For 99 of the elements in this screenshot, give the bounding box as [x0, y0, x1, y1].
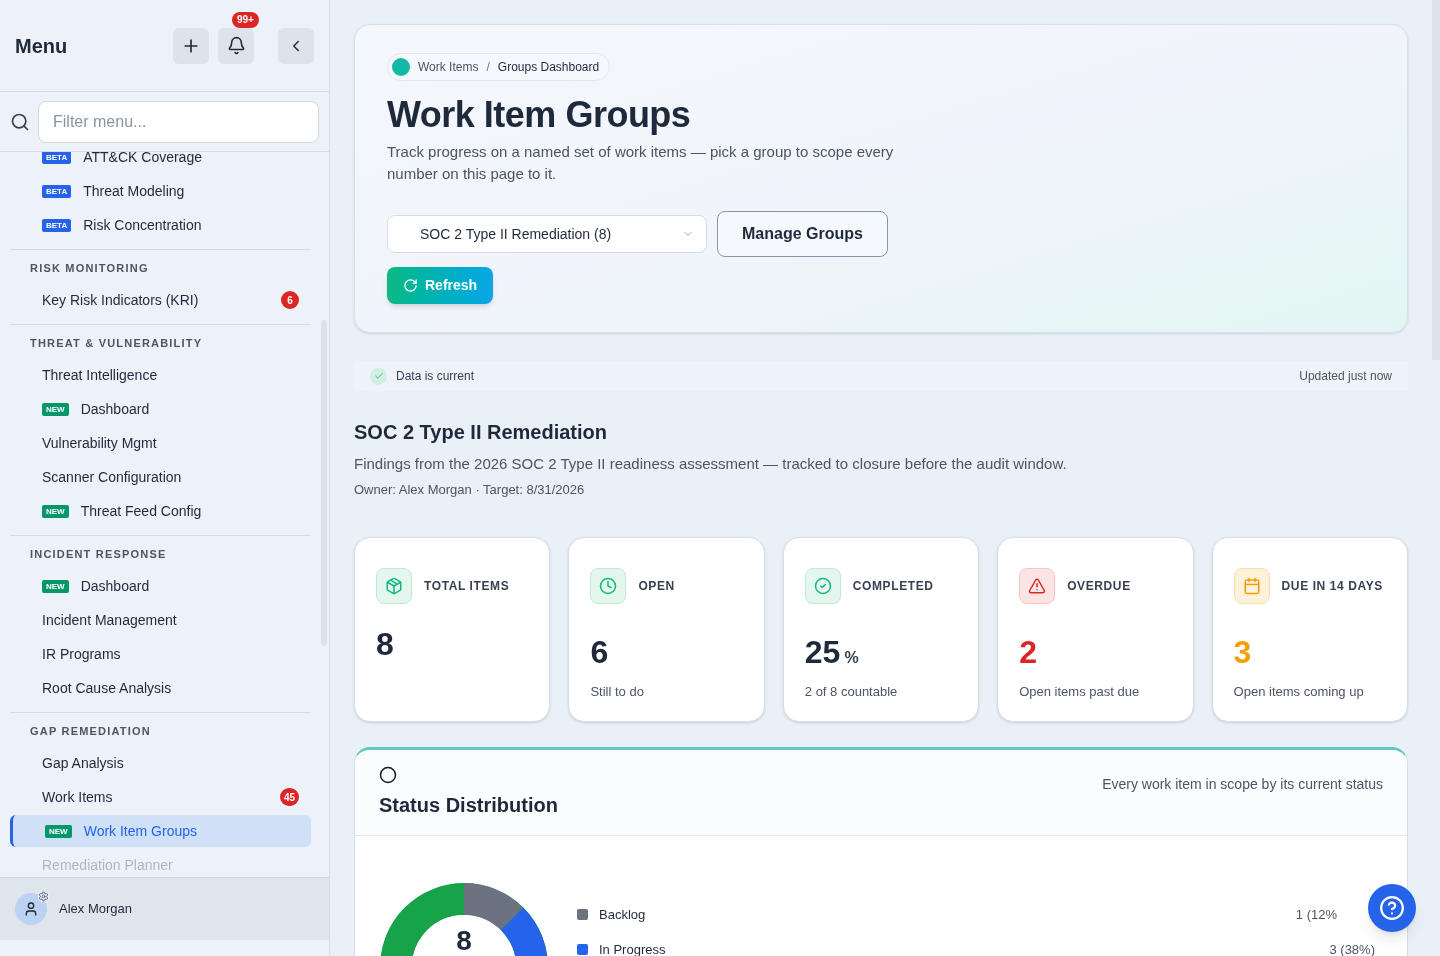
menu-item[interactable]: BETA ATT&CK Coverage [10, 152, 311, 173]
menu-item-label: Work Items [42, 787, 113, 807]
menu-item[interactable]: NEW Dashboard [10, 393, 311, 425]
menu-item[interactable]: BETA Threat Modeling [10, 175, 311, 207]
stat-note: Still to do [590, 683, 645, 701]
calendar-icon [1233, 568, 1270, 604]
menu-item[interactable]: Gap Analysis [10, 747, 311, 779]
refresh-icon [403, 278, 418, 293]
avatar[interactable] [15, 893, 47, 925]
tag-label: NEW [42, 504, 69, 518]
clock-icon [590, 568, 627, 604]
legend-label: Backlog [599, 905, 646, 924]
stat-label: DUE IN 14 DAYS [1281, 578, 1383, 595]
menu-item-label: IR Programs [42, 644, 121, 664]
section-heading: THREAT & VULNERABILITY [29, 335, 204, 351]
group-meta: Owner: Alex Morgan · Target: 8/31/2026 [354, 480, 586, 499]
stat-value: 25 [804, 633, 841, 672]
menu-item[interactable]: NEW Threat Feed Config [10, 495, 311, 527]
tag-label: BETA [42, 152, 72, 164]
section-heading: RISK MONITORING [29, 260, 150, 276]
stat-note: 2 of 8 countable [804, 683, 899, 701]
menu-item[interactable]: Root Cause Analysis [10, 672, 311, 704]
group-description: Findings from the 2026 SOC 2 Type II readiness assessment — tracked to closure before the audit window. [354, 454, 1068, 474]
stat-note: Open items past due [1019, 683, 1141, 701]
menu-item-label: Remediation Planner [42, 855, 173, 875]
menu-item[interactable]: BETA Risk Concentration [10, 209, 311, 241]
tag-label: NEW [45, 824, 72, 838]
count-badge: 45 [279, 788, 299, 806]
notification-badge: 99+ [232, 11, 259, 28]
menu-item-label: Incident Management [42, 610, 177, 630]
manage-groups-button[interactable]: Manage Groups [717, 211, 888, 257]
menu-item-label: Work Item Groups [83, 821, 197, 841]
legend-value: 3 (38%) [1329, 940, 1375, 956]
menu-item-label: Key Risk Indicators (KRI) [42, 290, 199, 310]
add-button[interactable] [173, 27, 209, 64]
group-select[interactable]: SOC 2 Type II Remediation (8) [387, 215, 707, 253]
menu-item-label: Dashboard [80, 576, 150, 596]
menu-item[interactable]: IR Programs [10, 638, 311, 670]
check-icon [370, 367, 387, 385]
stat-value: 3 [1233, 633, 1252, 672]
filter-field[interactable]: Filter menu... [38, 100, 319, 143]
stat-label: TOTAL ITEMS [424, 578, 510, 595]
menu-item[interactable]: Key Risk Indicators (KRI) 6 [10, 284, 311, 316]
legend-label: In Progress [599, 940, 666, 956]
count-badge: 6 [281, 291, 299, 309]
breadcrumb-link[interactable]: Work Items [418, 58, 479, 76]
menu-item[interactable]: Vulnerability Mgmt [10, 427, 311, 459]
menu-item-label: Risk Concentration [83, 215, 202, 235]
stat-value: 8 [376, 625, 394, 664]
bell-icon [226, 36, 246, 55]
menu-item[interactable]: Scanner Configuration [10, 461, 311, 493]
menu-title: Menu [15, 33, 68, 59]
circle-icon [379, 766, 397, 784]
stat-note: Open items coming up [1233, 683, 1365, 701]
group-name: SOC 2 Type II Remediation [354, 420, 609, 445]
user-name: Alex Morgan [59, 900, 132, 919]
menu-item[interactable]: Threat Intelligence [10, 359, 311, 391]
menu-item-label: ATT&CK Coverage [83, 152, 202, 167]
chart-total: 8 [455, 926, 473, 956]
warning-icon [1019, 568, 1056, 604]
chart-title: Status Distribution [379, 793, 558, 818]
menu-item-label: Gap Analysis [42, 753, 124, 773]
stat-unit: % [844, 648, 859, 668]
menu-item-label: Threat Modeling [83, 181, 185, 201]
menu-item-label: Threat Intelligence [42, 365, 158, 385]
stat-label: OPEN [638, 578, 675, 595]
menu-item-label: Threat Feed Config [80, 501, 202, 521]
package-icon [376, 568, 412, 604]
legend-value: 1 (12% [1295, 905, 1337, 924]
tag-label: BETA [42, 218, 72, 232]
stat-value: 2 [1019, 633, 1037, 672]
breadcrumb-separator: / [486, 59, 490, 76]
chart-caption: Every work item in scope by its current status [1102, 775, 1383, 794]
user-icon [23, 901, 39, 917]
menu-item[interactable]: Incident Management [10, 604, 311, 636]
section-heading: INCIDENT RESPONSE [29, 546, 168, 562]
page-subtitle: Track progress on a named set of work items — pick a group to scope every number on this page to it. [387, 142, 895, 184]
stat-label: OVERDUE [1067, 578, 1131, 595]
notifications-button[interactable] [218, 27, 254, 64]
menu-item-label: Dashboard [80, 399, 150, 419]
tag-label: BETA [42, 184, 72, 198]
tag-label: NEW [42, 402, 69, 416]
search-icon [10, 111, 30, 132]
page-title: Work Item Groups [387, 93, 692, 137]
menu-item-label: Root Cause Analysis [42, 678, 172, 698]
tag-label: NEW [42, 579, 69, 593]
menu-item[interactable]: NEW Dashboard [10, 570, 311, 602]
status-message: Data is current [396, 368, 475, 385]
stat-value: 6 [590, 633, 609, 672]
updated-time: Updated just now [1299, 368, 1392, 385]
section-heading: GAP REMEDIATION [29, 723, 152, 739]
menu-item-label: Scanner Configuration [42, 467, 182, 487]
menu-item-label: Vulnerability Mgmt [42, 433, 157, 453]
menu-item[interactable]: Work Items 45 [10, 781, 311, 813]
breadcrumb-current: Groups Dashboard [497, 59, 600, 76]
stat-label: COMPLETED [852, 578, 934, 595]
menu-item[interactable]: NEW Work Item Groups [10, 815, 311, 847]
settings-icon [38, 891, 49, 902]
help-icon [1379, 895, 1405, 921]
